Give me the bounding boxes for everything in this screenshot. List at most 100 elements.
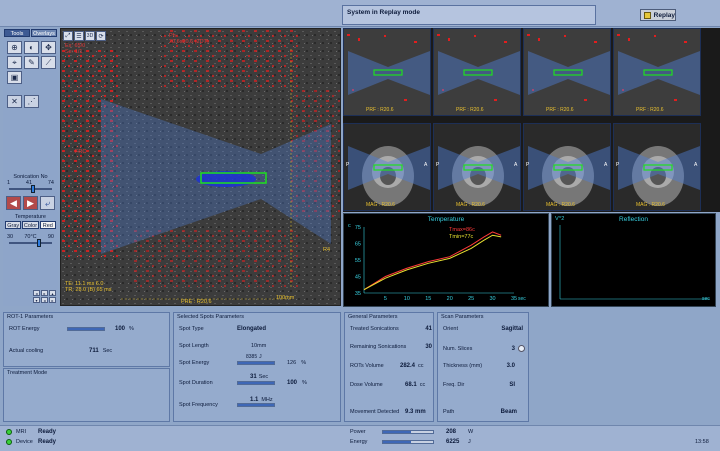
color-button[interactable]: Color [22, 221, 39, 229]
3d-icon[interactable]: 3D [85, 31, 95, 41]
slices-toggle-icon[interactable] [518, 345, 525, 352]
spot-duration-label: Spot Duration [179, 380, 213, 386]
spot-energy-unit: J [259, 354, 262, 360]
pan-icon[interactable]: ✥ [41, 41, 56, 54]
thumbnail-image [524, 124, 610, 210]
clock: 13:58 [695, 439, 709, 445]
y-axis-label: c [348, 223, 351, 229]
image-info-line: Se: 1/1 [65, 49, 83, 55]
pct-unit: % [302, 380, 307, 386]
reflection-plot [559, 225, 710, 300]
ruler-icon[interactable]: ⟋ [41, 56, 56, 69]
cooling-label: Actual cooling [9, 348, 44, 354]
right-arrow-icon[interactable]: ▶ [23, 196, 38, 210]
x-axis-label: sec [702, 296, 710, 302]
energy-label: Energy [350, 439, 368, 445]
layers-icon[interactable]: ☰ [74, 31, 84, 41]
mri-status-icon [6, 429, 12, 435]
play-icon[interactable]: ⤶ [40, 196, 55, 210]
red-button[interactable]: Red [39, 221, 56, 229]
rot-energy-unit: % [129, 326, 134, 332]
temperature-plot: 35455565755 10 15 20 25 30 35 seccTmax=86cTmin=… [348, 223, 526, 302]
freq-dir-label: Freq. Dir [443, 382, 465, 388]
dose-label: Dose Volume [350, 382, 383, 388]
thumbnail-label: PRF : R20.6 [546, 107, 574, 113]
view-button[interactable]: ▸ [41, 290, 48, 296]
view-button[interactable]: ◂ [41, 297, 48, 303]
mag-thumbnail[interactable]: MAG : R20.6 P A [343, 123, 431, 211]
gray-button[interactable]: Gray [5, 221, 22, 229]
prf-thumbnail[interactable]: PRF : R20.6 [343, 28, 431, 116]
thumbnail-image [344, 124, 430, 210]
main-mri-view[interactable]: Ex: 65/0 Se: 1/1 Ph 20.6x20.6 (2DT) FRC … [60, 28, 341, 306]
dose-value: 68.1 [405, 382, 417, 388]
treated-value: 41 [425, 326, 432, 332]
prf-thumbnail[interactable]: PRF : R20.6 [433, 28, 521, 116]
chart-title: Reflection [619, 216, 648, 223]
temperature-slider[interactable] [9, 239, 52, 247]
distance-icon[interactable]: ✕ [7, 95, 22, 108]
zoom-icon[interactable]: ⊕ [7, 41, 22, 54]
sonication-min: 1 [7, 180, 11, 186]
left-arrow-icon[interactable]: ◀ [6, 196, 21, 210]
pencil-icon[interactable]: ✎ [24, 56, 39, 69]
status-footer: MRI Ready Device Ready Power 208 W Energy 622… [0, 425, 720, 451]
view-button[interactable]: ▴ [49, 290, 56, 296]
spot-energy-bar[interactable] [237, 361, 275, 365]
thumbnail-label: MAG : R20.6 [366, 202, 395, 208]
mag-thumbnail[interactable]: MAG : R20.6 P A [523, 123, 611, 211]
slices-label: Num. Slices [443, 345, 473, 352]
prf-thumbnail[interactable]: PRF : R20.6 [613, 28, 701, 116]
thumbnail-label: PRF : R20.6 [636, 107, 664, 113]
spot-frequency-bar[interactable] [237, 403, 275, 407]
spot-duration-bar[interactable] [237, 381, 275, 385]
refresh-icon[interactable]: ⟳ [96, 31, 106, 41]
camera-icon[interactable]: ▣ [7, 71, 22, 84]
pct-unit: % [301, 360, 307, 366]
measure-icon[interactable]: ⌖ [7, 56, 22, 69]
tab-tools[interactable]: Tools [4, 29, 30, 37]
view-button[interactable]: ▾ [33, 297, 40, 303]
x-tick-label: 15 [425, 296, 431, 302]
prf-thumbnail[interactable]: PRF : R20.6 [523, 28, 611, 116]
cooling-unit: Sec [102, 348, 113, 354]
device-status: Ready [38, 439, 57, 445]
x-tick-label: 10 [404, 296, 410, 302]
spot-duration-pct: 100 [287, 380, 298, 386]
y-tick-label: 55 [355, 258, 361, 264]
general-panel: General Parameters Treated Sonications 41… [344, 312, 434, 422]
rot-energy-value: 100 [115, 326, 126, 332]
spot-duration-unit: Sec [258, 374, 269, 380]
mag-thumbnail[interactable]: MAG : R20.6 P A [433, 123, 521, 211]
replay-button[interactable]: Replay [640, 9, 676, 21]
tab-overlays[interactable]: Overlays [31, 29, 57, 37]
series-line-tmax [363, 231, 502, 291]
orientation-label: A [694, 162, 698, 168]
treatment-mode-panel: Treatment Mode [3, 368, 170, 422]
angle-icon[interactable]: ⋰ [24, 95, 39, 108]
thumbnail-container: PRF : R20.6 PRF : R20.6 PRF : R20.6 PRF : R… [343, 28, 720, 212]
expand-icon[interactable]: ⤢ [63, 31, 73, 41]
image-info-line: TR: 28.0 (B) 65 ms [65, 287, 112, 293]
rot-energy-bar[interactable] [67, 327, 105, 331]
thumbnail-label: MAG : R20.6 [456, 202, 485, 208]
legend-entry: Tmax=86c [449, 227, 475, 233]
rot-energy-label: ROT Energy [9, 326, 40, 332]
dose-unit: cc [419, 382, 426, 388]
contrast-icon[interactable]: ◐ [24, 41, 39, 54]
sonication-control: Sonication No 1 41 74 ◀ ▶ ⤶ [3, 174, 58, 214]
view-buttons: ◂ ▸ ▴ ▾ ◂ ▸ [33, 290, 56, 303]
tool-grid: ⊕ ◐ ✥ ⌖ ✎ ⟋ ▣ [3, 38, 58, 87]
view-button[interactable]: ▸ [49, 297, 56, 303]
thickness-label: Thickness (mm) [443, 363, 483, 369]
view-button[interactable]: ◂ [33, 290, 40, 296]
thumbnail-image [614, 29, 700, 115]
orientation-label: A [604, 162, 608, 168]
sonication-slider[interactable] [9, 185, 52, 193]
energy-bar [382, 440, 434, 444]
spot-energy-label: Spot Energy [179, 360, 210, 366]
mag-thumbnail[interactable]: MAG : R20.6 P A [613, 123, 701, 211]
y-tick-label: 65 [355, 242, 361, 248]
spot-energy-pct: 126 [287, 360, 297, 366]
panel-title: ROT-1 Parameters [7, 314, 54, 320]
